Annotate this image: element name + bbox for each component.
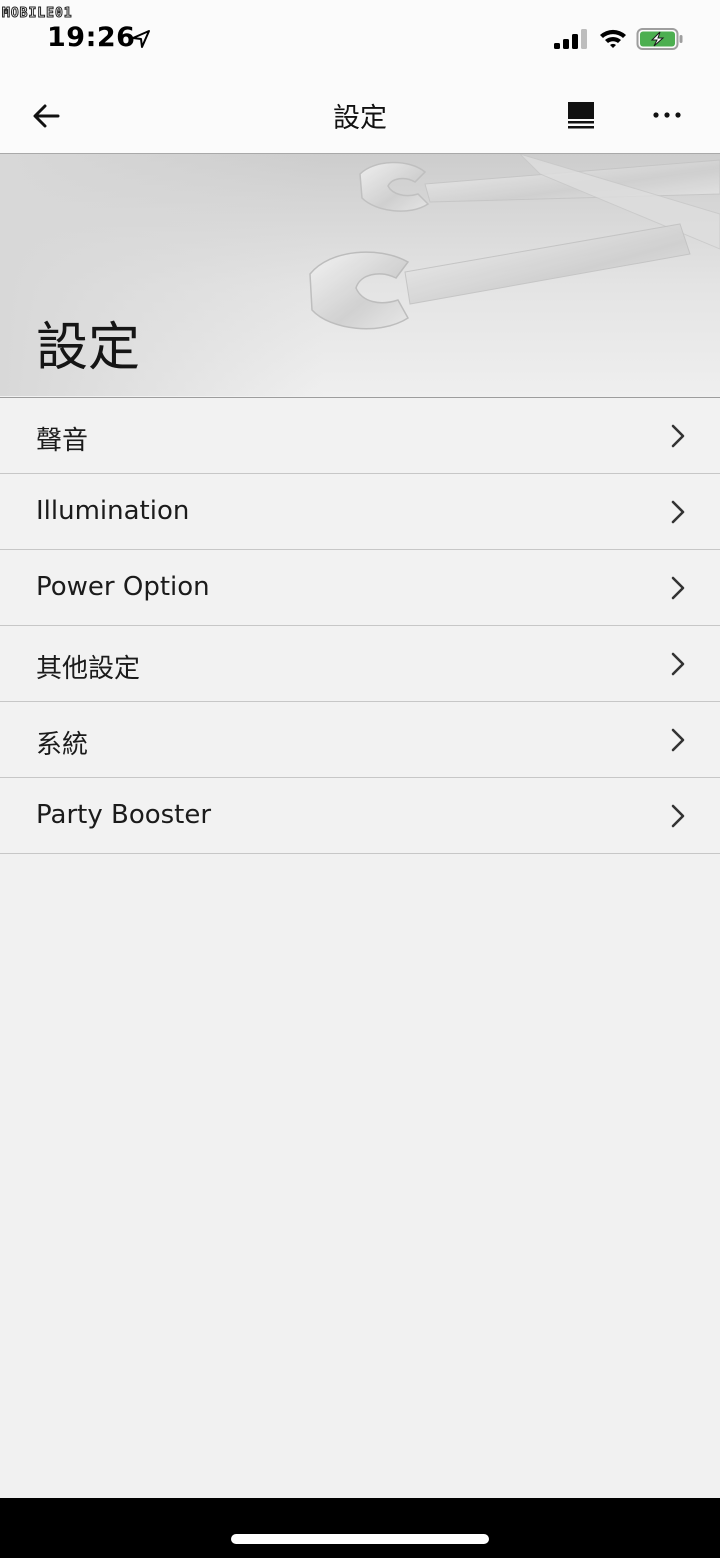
settings-item-system[interactable]: 系統 [0,702,720,778]
wifi-icon [600,29,626,48]
settings-item-label: Party Booster [36,800,212,830]
settings-item-other-settings[interactable]: 其他設定 [0,626,720,702]
chevron-right-icon [671,424,685,448]
settings-item-label: Power Option [36,572,210,602]
settings-list: 聲音 Illumination Power Option 其他設定 系統 Par… [0,397,720,854]
chevron-right-icon [671,576,685,600]
settings-item-party-booster[interactable]: Party Booster [0,778,720,854]
page-title: 設定 [333,103,387,134]
settings-item-illumination[interactable]: Illumination [0,474,720,550]
status-time: 19:26 [47,22,136,53]
status-bar: 19:26 [0,0,720,78]
chevron-right-icon [671,728,685,752]
watermark-logo: MOBILE01 [2,2,73,24]
home-indicator[interactable] [231,1534,489,1544]
settings-item-label: 聲音 [36,426,89,456]
home-indicator-bar [0,1498,720,1558]
queue-list-icon[interactable] [566,100,596,130]
navigation-bar: 設定 [0,78,720,154]
settings-item-sound[interactable]: 聲音 [0,398,720,474]
battery-charging-icon [636,28,683,50]
chevron-right-icon [671,652,685,676]
cellular-signal-icon [554,29,587,49]
settings-item-label: 其他設定 [36,654,141,684]
settings-item-label: 系統 [36,730,89,760]
settings-item-power-option[interactable]: Power Option [0,550,720,626]
settings-hero-banner: 設定 [0,154,720,396]
settings-item-label: Illumination [36,496,190,526]
chevron-right-icon [671,500,685,524]
watermark-text: MOBILE01 [2,5,73,21]
location-arrow-icon [132,30,150,48]
more-horizontal-icon[interactable] [650,104,684,126]
chevron-right-icon [671,804,685,828]
arrow-left-icon[interactable] [28,98,66,134]
hero-title: 設定 [36,318,141,378]
